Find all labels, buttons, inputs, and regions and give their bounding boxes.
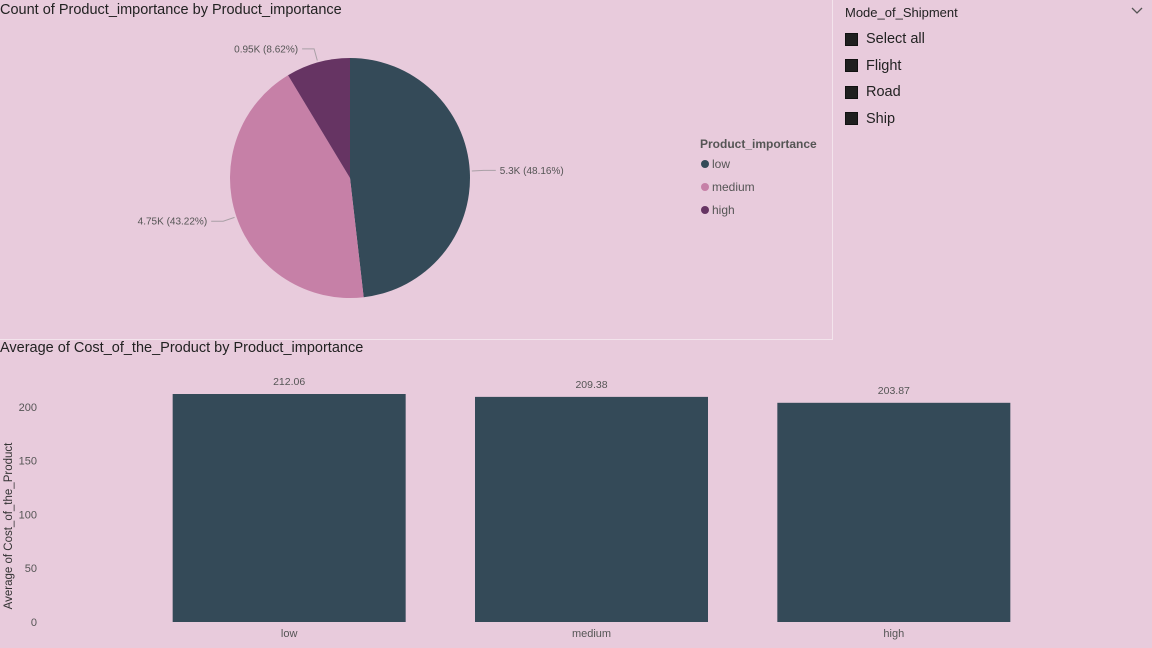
pie-chart-visual: Count of Product_importance by Product_i… bbox=[0, 0, 833, 340]
pie-leader-line bbox=[302, 48, 318, 61]
legend-marker-high[interactable] bbox=[701, 206, 709, 214]
y-tick-label: 200 bbox=[19, 402, 37, 414]
slicer-item-ship[interactable]: Ship bbox=[845, 106, 925, 133]
mode-of-shipment-slicer: Mode_of_Shipment Select all Flight Road … bbox=[840, 0, 1152, 140]
legend-marker-low[interactable] bbox=[701, 160, 709, 168]
bar-chart-visual: Average of Cost_of_the_Product by Produc… bbox=[0, 338, 1152, 648]
bar-data-label: 203.87 bbox=[878, 385, 910, 397]
y-tick-label: 100 bbox=[19, 509, 37, 521]
checkbox-icon[interactable] bbox=[845, 112, 858, 126]
slicer-item-label: Flight bbox=[866, 57, 902, 74]
pie-slice-low[interactable] bbox=[350, 58, 471, 298]
x-tick-label: low bbox=[281, 628, 298, 640]
bar-data-label: 209.38 bbox=[575, 379, 607, 391]
checkbox-icon[interactable] bbox=[845, 85, 858, 99]
bar-medium[interactable] bbox=[475, 396, 708, 622]
bar-low[interactable] bbox=[172, 394, 406, 622]
slicer-list: Select all Flight Road Ship bbox=[845, 26, 925, 132]
chevron-down-icon[interactable] bbox=[1130, 4, 1144, 18]
slicer-item-select-all[interactable]: Select all bbox=[845, 26, 925, 53]
legend-marker-medium[interactable] bbox=[701, 183, 709, 191]
slicer-title: Mode_of_Shipment bbox=[845, 5, 958, 20]
checkbox-icon[interactable] bbox=[845, 32, 858, 46]
slicer-item-label: Select all bbox=[866, 31, 925, 48]
bar-data-label: 212.06 bbox=[273, 376, 305, 388]
slicer-item-label: Road bbox=[866, 84, 901, 101]
bar-chart: 0 50 100 150 200 Average of Cost_of_the_Produ… bbox=[3, 376, 1011, 640]
checkbox-icon[interactable] bbox=[845, 59, 858, 73]
x-tick-label: high bbox=[883, 628, 904, 640]
slicer-item-label: Ship bbox=[866, 110, 896, 127]
y-tick-label: 0 bbox=[31, 617, 37, 629]
pie-data-label: 0.95K (8.62%) bbox=[234, 44, 298, 55]
bar-high[interactable] bbox=[777, 402, 1011, 622]
y-axis-label: Average of Cost_of_the_Product bbox=[3, 442, 15, 609]
pie-data-label: 5.3K (48.16%) bbox=[500, 166, 564, 177]
pie-leader-line bbox=[211, 216, 235, 222]
legend-item-low[interactable]: low bbox=[712, 157, 730, 171]
slicer-item-flight[interactable]: Flight bbox=[845, 53, 925, 80]
x-tick-label: medium bbox=[572, 628, 611, 640]
pie-data-label: 4.75K (43.22%) bbox=[138, 217, 208, 228]
pie-leader-line bbox=[471, 169, 496, 172]
y-tick-label: 150 bbox=[19, 456, 37, 468]
legend-item-high[interactable]: high bbox=[712, 203, 735, 217]
legend-item-medium[interactable]: medium bbox=[712, 180, 755, 194]
y-tick-label: 50 bbox=[25, 563, 37, 575]
pie-chart: 5.3K (48.16%) 4.75K (43.22%) 0.95K (8.62%)… bbox=[138, 44, 817, 298]
legend-title: Product_importance bbox=[700, 137, 817, 151]
slicer-item-road[interactable]: Road bbox=[845, 79, 925, 106]
